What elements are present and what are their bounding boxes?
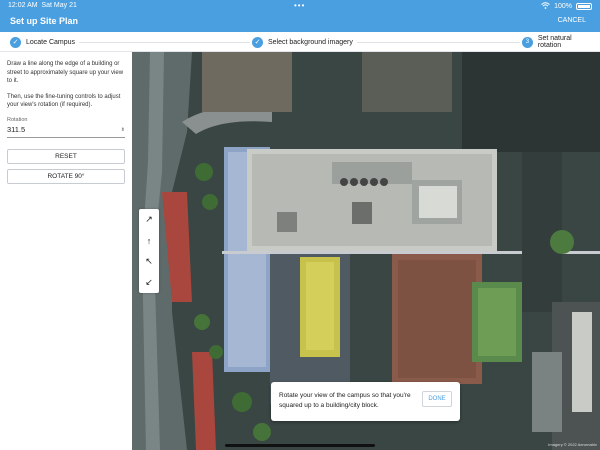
- done-button[interactable]: DONE: [422, 391, 452, 407]
- step-label: Set natural rotation: [537, 35, 572, 49]
- rotate-cw-large-icon: ↗: [145, 214, 153, 224]
- rotate-cw-large-button[interactable]: ↗: [139, 209, 159, 230]
- instruction-text: Then, use the fine-tuning controls to ad…: [7, 93, 121, 109]
- rotation-hint-toast: Rotate your view of the campus so that y…: [271, 382, 460, 421]
- cancel-button[interactable]: CANCEL: [558, 17, 586, 24]
- step-label: Locate Campus: [26, 38, 76, 46]
- rotation-value: 311.5: [7, 125, 26, 134]
- wifi-icon: [541, 2, 550, 11]
- rotation-panel: Draw a line along the edge of a building…: [0, 52, 132, 450]
- check-icon: ✓: [10, 36, 21, 48]
- home-indicator[interactable]: [225, 444, 375, 447]
- top-bar: 12:02 AM Sat May 21 ••• 100% Set up Site…: [0, 0, 600, 32]
- battery-percent: 100%: [554, 3, 572, 10]
- multitask-dots[interactable]: •••: [294, 1, 305, 10]
- check-icon: ✓: [252, 36, 263, 48]
- instruction-text: Draw a line along the edge of a building…: [7, 61, 124, 84]
- rotate-ccw-large-icon: ↙: [145, 277, 153, 287]
- status-time: 12:02 AM Sat May 21: [8, 2, 77, 9]
- battery-icon: [576, 3, 592, 10]
- app-screen: 12:02 AM Sat May 21 ••• 100% Set up Site…: [0, 0, 600, 450]
- step-number-icon: 3: [522, 36, 533, 48]
- stepper-icon[interactable]: ⬍: [121, 127, 125, 133]
- rotate-ccw-small-button[interactable]: ↖: [139, 251, 159, 272]
- step-set-rotation[interactable]: 3 Set natural rotation: [520, 35, 600, 49]
- toast-message: Rotate your view of the campus so that y…: [279, 392, 411, 409]
- setup-stepper: ✓ Locate Campus ✓ Select background imag…: [0, 32, 600, 52]
- rotate-cw-small-icon: ↑: [146, 235, 152, 246]
- rotation-input[interactable]: 311.5 ⬍: [7, 123, 125, 138]
- step-label: Select background imagery: [268, 38, 353, 46]
- imagery-attribution: Imagery © 2022 Aeromatrix: [548, 442, 597, 447]
- step-locate-campus[interactable]: ✓ Locate Campus: [10, 36, 80, 48]
- status-indicators: 100%: [541, 2, 592, 11]
- rotate-cw-small-button[interactable]: ↑: [139, 230, 159, 251]
- step-select-imagery[interactable]: ✓ Select background imagery: [250, 36, 357, 48]
- rotate-ccw-large-button[interactable]: ↙: [139, 272, 159, 293]
- fine-tune-controls: ↗ ↑ ↖ ↙: [139, 209, 159, 293]
- reset-button[interactable]: RESET: [7, 148, 125, 164]
- rotate-90-button[interactable]: ROTATE 90°: [7, 168, 125, 184]
- page-title: Set up Site Plan: [10, 16, 79, 26]
- rotate-ccw-small-icon: ↖: [145, 256, 153, 266]
